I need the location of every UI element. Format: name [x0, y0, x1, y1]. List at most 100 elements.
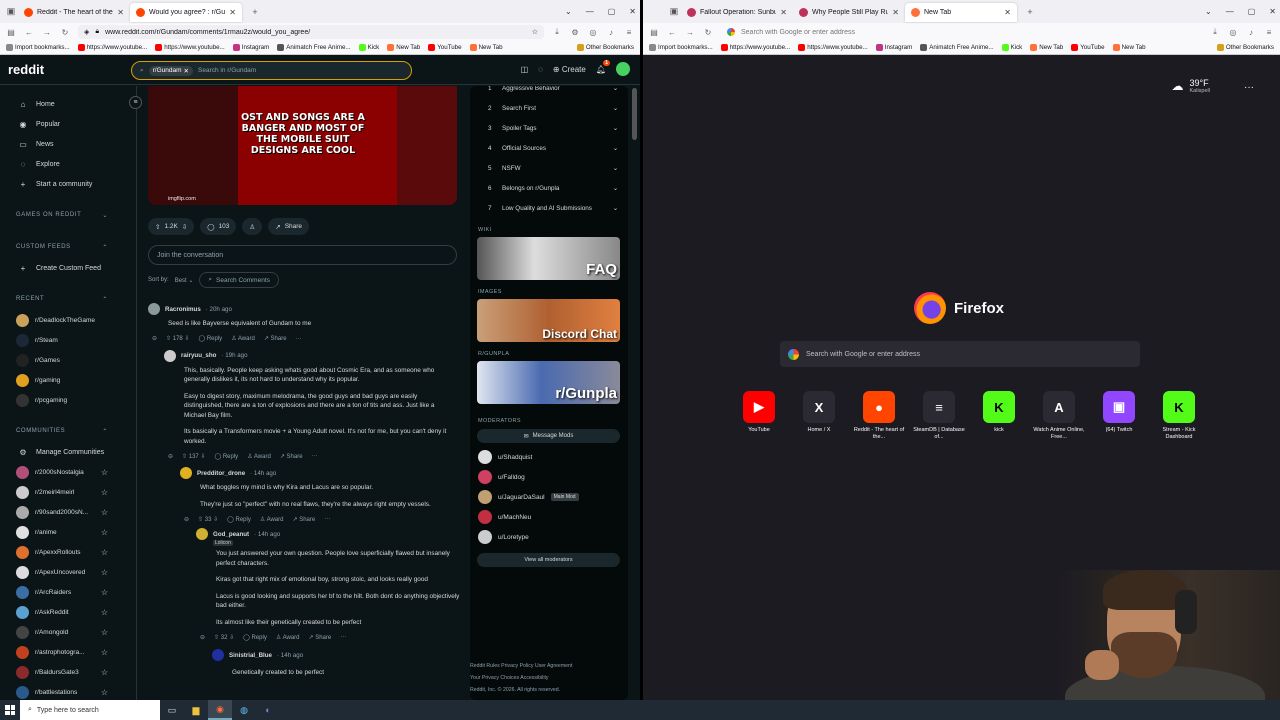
close-window-icon[interactable]: ✕: [1269, 7, 1276, 16]
close-tab-icon[interactable]: ✕: [892, 8, 899, 17]
account-icon[interactable]: ◎: [588, 28, 598, 37]
bookmark[interactable]: New Tab: [1030, 44, 1063, 51]
avatar[interactable]: [148, 303, 160, 315]
avatar[interactable]: [180, 467, 192, 479]
shortcut-tile[interactable]: K Stream - Kick Dashboard: [1149, 391, 1209, 441]
recent-community[interactable]: r/DeadlockTheGame: [0, 310, 136, 330]
shortcut-tile[interactable]: X Home / X: [789, 391, 849, 441]
rule-item[interactable]: 5 NSFW ⌄: [470, 158, 628, 178]
tab-runescape[interactable]: Why People Still Play Runescap ✕: [793, 3, 905, 22]
bookmark[interactable]: https://www.youtube...: [77, 44, 147, 51]
collapse-thread-icon[interactable]: ⊖: [152, 335, 157, 342]
star-icon[interactable]: ☆: [101, 648, 108, 657]
vote-control[interactable]: ⇧ 1.2K ⇩: [148, 218, 195, 235]
rule-item[interactable]: 1 Aggressive Behavior ⌄: [470, 86, 628, 98]
star-icon[interactable]: ☆: [101, 608, 108, 617]
community-item[interactable]: r/BaldursGate3 ☆: [0, 662, 136, 682]
bookmark[interactable]: Kick: [358, 44, 379, 51]
share-button[interactable]: ↗ Share: [292, 516, 315, 523]
tab-new-tab[interactable]: New Tab ✕: [905, 3, 1017, 22]
maximize-icon[interactable]: ▢: [1248, 7, 1256, 16]
recent-community[interactable]: r/gaming: [0, 370, 136, 390]
games-section-toggle[interactable]: GAMES ON REDDIT ⌄: [0, 204, 136, 226]
bookmark[interactable]: Import bookmarks...: [649, 44, 713, 51]
share-button[interactable]: ↗ Share: [308, 634, 331, 641]
newtab-search-input[interactable]: Search with Google or enter address: [780, 341, 1140, 367]
bookmark[interactable]: Animatch Free Anime...: [277, 44, 351, 51]
bookmark[interactable]: New Tab: [387, 44, 420, 51]
reddit-search-input[interactable]: ⌕ r/Gundam ✕ Search in r/Gundam: [131, 61, 412, 80]
more-options-icon[interactable]: ···: [1244, 82, 1254, 93]
avatar[interactable]: [164, 349, 176, 362]
more-options-icon[interactable]: ···: [312, 453, 318, 459]
community-item[interactable]: r/astrophotogra... ☆: [0, 642, 136, 662]
close-window-icon[interactable]: ✕: [629, 7, 636, 16]
community-item[interactable]: r/ApexUncovered ☆: [0, 562, 136, 582]
list-tabs-icon[interactable]: ⌄: [1205, 7, 1212, 16]
other-bookmarks[interactable]: Other Bookmarks: [1216, 44, 1274, 51]
remove-chip-icon[interactable]: ✕: [184, 67, 189, 75]
moderator-item[interactable]: u/JaguarDaSaul Main Mod: [470, 487, 628, 507]
community-item[interactable]: r/ArcRaiders ☆: [0, 582, 136, 602]
reply-button[interactable]: ◯ Reply: [227, 516, 251, 523]
comments-button[interactable]: ◯ 103: [200, 218, 237, 235]
star-icon[interactable]: ☆: [101, 548, 108, 557]
view-all-moderators-button[interactable]: View all moderators: [477, 553, 620, 567]
moderator-item[interactable]: u/Falldog: [470, 467, 628, 487]
star-icon[interactable]: ☆: [101, 568, 108, 577]
message-mods-button[interactable]: ✉ Message Mods: [477, 429, 620, 443]
audio-icon[interactable]: ♪: [606, 28, 616, 37]
community-item[interactable]: r/battlestations ☆: [0, 682, 136, 700]
vote-control[interactable]: ⇧ 178 ⇩: [166, 335, 189, 342]
bookmark[interactable]: Instagram: [232, 44, 269, 51]
moderator-item[interactable]: u/Shadquist: [470, 447, 628, 467]
shortcut-tile[interactable]: Kkick: [969, 391, 1029, 441]
rule-item[interactable]: 2 Search First ⌄: [470, 98, 628, 118]
close-tab-icon[interactable]: ✕: [117, 8, 124, 17]
join-conversation-input[interactable]: Join the conversation: [148, 245, 457, 265]
rule-item[interactable]: 6 Belongs on r/Gunpla ⌄: [470, 178, 628, 198]
minimize-icon[interactable]: —: [1226, 7, 1234, 16]
vote-control[interactable]: ⇧ 137 ⇩: [182, 453, 205, 460]
shortcut-tile[interactable]: ▶ YouTube: [729, 391, 789, 441]
wiki-faq-image[interactable]: FAQ: [477, 237, 620, 280]
star-icon[interactable]: ☆: [101, 528, 108, 537]
tab-overview-icon[interactable]: ▣: [4, 5, 18, 19]
weather-widget[interactable]: ☁ 39°F Kalispell: [1172, 78, 1210, 94]
page-scrollbar[interactable]: [632, 86, 638, 700]
start-button[interactable]: [0, 700, 20, 720]
audio-icon[interactable]: ♪: [1246, 28, 1256, 37]
taskbar-search-input[interactable]: ⌕ Type here to search: [20, 700, 160, 720]
minimize-icon[interactable]: —: [586, 7, 594, 16]
sidebar-icon[interactable]: ▤: [6, 28, 16, 37]
nav-news[interactable]: ▭ News: [0, 134, 136, 154]
award-button[interactable]: ♙ Award: [276, 634, 300, 641]
star-icon[interactable]: ☆: [101, 508, 108, 517]
avatar[interactable]: [616, 62, 630, 76]
recent-community[interactable]: r/Steam: [0, 330, 136, 350]
moderator-item[interactable]: u/MachNeu: [470, 507, 628, 527]
collapse-thread-icon[interactable]: ⊖: [168, 453, 173, 460]
bookmark[interactable]: New Tab: [1112, 44, 1146, 51]
bookmark[interactable]: Import bookmarks...: [6, 44, 70, 51]
more-options-icon[interactable]: ···: [324, 516, 330, 522]
reply-button[interactable]: ◯ Reply: [198, 335, 222, 342]
recent-community[interactable]: r/Games: [0, 350, 136, 370]
close-tab-icon[interactable]: ✕: [780, 8, 787, 17]
tab-fallout[interactable]: Fallout Operation: Sunburst (Fa ✕: [681, 3, 793, 22]
ads-icon[interactable]: ◫: [521, 65, 529, 74]
gunpla-image[interactable]: r/Gunpla: [477, 361, 620, 404]
community-item[interactable]: r/ApexxRollouts ☆: [0, 542, 136, 562]
download-icon[interactable]: ⤓: [1210, 27, 1220, 37]
shortcut-tile[interactable]: ≡ SteamDB | Database of...: [909, 391, 969, 441]
account-icon[interactable]: ◎: [1228, 28, 1238, 37]
firefox-taskbar-icon[interactable]: ◉: [208, 700, 232, 720]
reload-icon[interactable]: ↻: [703, 28, 713, 37]
download-icon[interactable]: ⤓: [552, 27, 562, 37]
search-comments-input[interactable]: ⌕ Search Comments: [199, 272, 279, 288]
sidebar-icon[interactable]: ▤: [649, 28, 659, 37]
reply-button[interactable]: ◯ Reply: [243, 634, 267, 641]
reload-icon[interactable]: ↻: [60, 28, 70, 37]
community-item[interactable]: r/90sand2000sN... ☆: [0, 502, 136, 522]
tab-reddit-home[interactable]: Reddit - The heart of the intern ✕: [18, 3, 130, 22]
